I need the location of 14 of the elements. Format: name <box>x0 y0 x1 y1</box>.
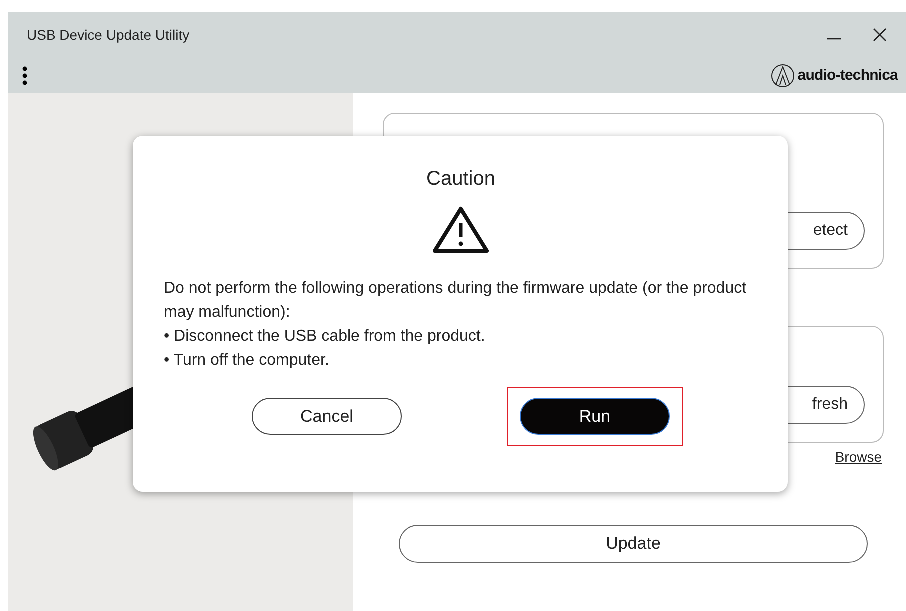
bullet-item: • Turn off the computer. <box>164 351 330 371</box>
bullet-item: • Disconnect the USB cable from the product. <box>164 327 486 347</box>
brand-name: audio-technica <box>798 67 898 84</box>
run-button[interactable]: Run <box>520 398 670 435</box>
menu-icon[interactable] <box>22 66 28 86</box>
warning-icon <box>432 205 490 255</box>
update-button[interactable]: Update <box>399 525 868 563</box>
warning-message: Do not perform the following operations during the firmware update (or the product may malfunction): <box>164 279 748 323</box>
window-title: USB Device Update Utility <box>27 27 191 43</box>
logo-icon <box>770 64 795 88</box>
dialog-title: Caution <box>426 168 496 191</box>
cancel-button[interactable]: Cancel <box>252 398 402 435</box>
close-icon[interactable] <box>872 27 888 43</box>
browse-link[interactable]: Browse <box>835 449 882 465</box>
